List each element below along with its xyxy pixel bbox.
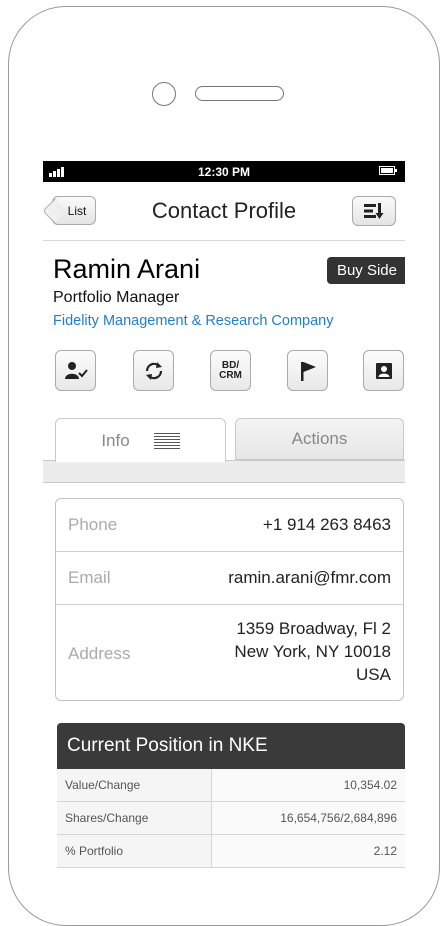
list-lines-icon: [153, 432, 180, 449]
table-row: Shares/Change 16,654,756/2,684,896: [57, 801, 405, 835]
address-row[interactable]: Address 1359 Broadway, Fl 2 New York, NY…: [56, 605, 403, 700]
email-label: Email: [68, 568, 111, 587]
sort-button[interactable]: [352, 196, 396, 226]
table-row: % Portfolio 2.12: [57, 834, 405, 868]
flag-icon: [300, 361, 316, 381]
position-header: Current Position in NKE: [57, 723, 405, 769]
row-label: Shares/Change: [57, 801, 212, 835]
job-title: Portfolio Manager: [53, 289, 180, 306]
navigation-bar: List Contact Profile: [43, 182, 405, 241]
contact-info-card: Phone +1 914 263 8463 Email ramin.arani@…: [55, 498, 404, 701]
tab-actions-label: Actions: [291, 429, 348, 448]
row-value: 10,354.02: [211, 769, 405, 802]
address-line1: 1359 Broadway, Fl 2: [236, 619, 391, 638]
assign-contact-button[interactable]: [55, 350, 96, 391]
phone-screen: 12:30 PM List Contact Profile Ramin Aran…: [43, 161, 405, 872]
bd-crm-label-line2: CRM: [219, 369, 242, 381]
tab-info[interactable]: Info: [55, 418, 226, 462]
bd-crm-button[interactable]: BD/ CRM: [210, 350, 251, 391]
contact-name: Ramin Arani: [53, 254, 201, 284]
tab-info-label: Info: [101, 430, 130, 450]
earpiece-speaker: [195, 86, 284, 101]
tab-actions[interactable]: Actions: [235, 418, 404, 460]
row-label: Value/Change: [57, 769, 212, 802]
status-bar: 12:30 PM: [43, 161, 405, 182]
refresh-icon: [145, 361, 162, 380]
sort-icon: [364, 203, 384, 219]
phone-label: Phone: [68, 515, 118, 534]
row-label: % Portfolio: [57, 834, 212, 868]
sync-button[interactable]: [133, 350, 174, 391]
phone-value: +1 914 263 8463: [262, 515, 391, 534]
address-label: Address: [68, 644, 131, 663]
row-value: 16,654,756/2,684,896: [211, 801, 405, 835]
battery-icon: [379, 166, 397, 175]
table-row: Value/Change 10,354.02: [57, 769, 405, 802]
flag-button[interactable]: [287, 350, 328, 391]
person-check-icon: [64, 361, 88, 379]
buy-side-badge: Buy Side: [326, 257, 405, 284]
bd-crm-label-line1: BD/: [221, 359, 240, 371]
status-time: 12:30 PM: [197, 165, 251, 179]
contact-card-button[interactable]: [363, 350, 404, 391]
tab-divider-band: [43, 460, 405, 483]
current-position-panel: Current Position in NKE Value/Change 10,…: [57, 723, 405, 868]
front-camera: [152, 82, 176, 106]
email-value: ramin.arani@fmr.com: [228, 568, 391, 587]
address-line2: New York, NY 10018: [234, 642, 391, 661]
email-row[interactable]: Email ramin.arani@fmr.com: [56, 552, 403, 605]
address-line3: USA: [356, 665, 391, 684]
row-value: 2.12: [211, 834, 405, 868]
position-table: Value/Change 10,354.02 Shares/Change 16,…: [57, 769, 405, 868]
address-value: 1359 Broadway, Fl 2 New York, NY 10018 U…: [234, 617, 391, 686]
page-title: Contact Profile: [151, 198, 297, 223]
phone-row[interactable]: Phone +1 914 263 8463: [56, 499, 403, 552]
company-link[interactable]: Fidelity Management & Research Company: [53, 313, 333, 329]
contact-card-icon: [375, 362, 392, 379]
